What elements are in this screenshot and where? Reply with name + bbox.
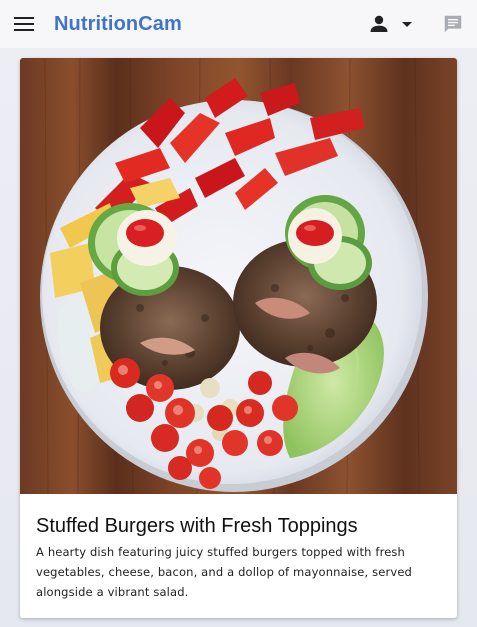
app-bar: NutritionCam <box>0 0 477 48</box>
menu-button[interactable] <box>0 0 48 48</box>
chat-bubble-icon <box>444 15 462 33</box>
person-icon <box>370 15 388 32</box>
meal-description: A hearty dish featuring juicy stuffed bu… <box>36 545 412 599</box>
hamburger-menu-icon <box>14 17 34 31</box>
chat-button[interactable] <box>429 0 477 48</box>
caret-down-icon <box>402 22 412 27</box>
meal-title: Stuffed Burgers with Fresh Toppings <box>36 515 358 537</box>
meal-card[interactable]: Stuffed Burgers with Fresh Toppings A he… <box>20 58 457 618</box>
app-title[interactable]: NutritionCam <box>54 13 182 36</box>
account-menu-button[interactable] <box>363 0 423 48</box>
meal-photo[interactable] <box>20 58 457 494</box>
